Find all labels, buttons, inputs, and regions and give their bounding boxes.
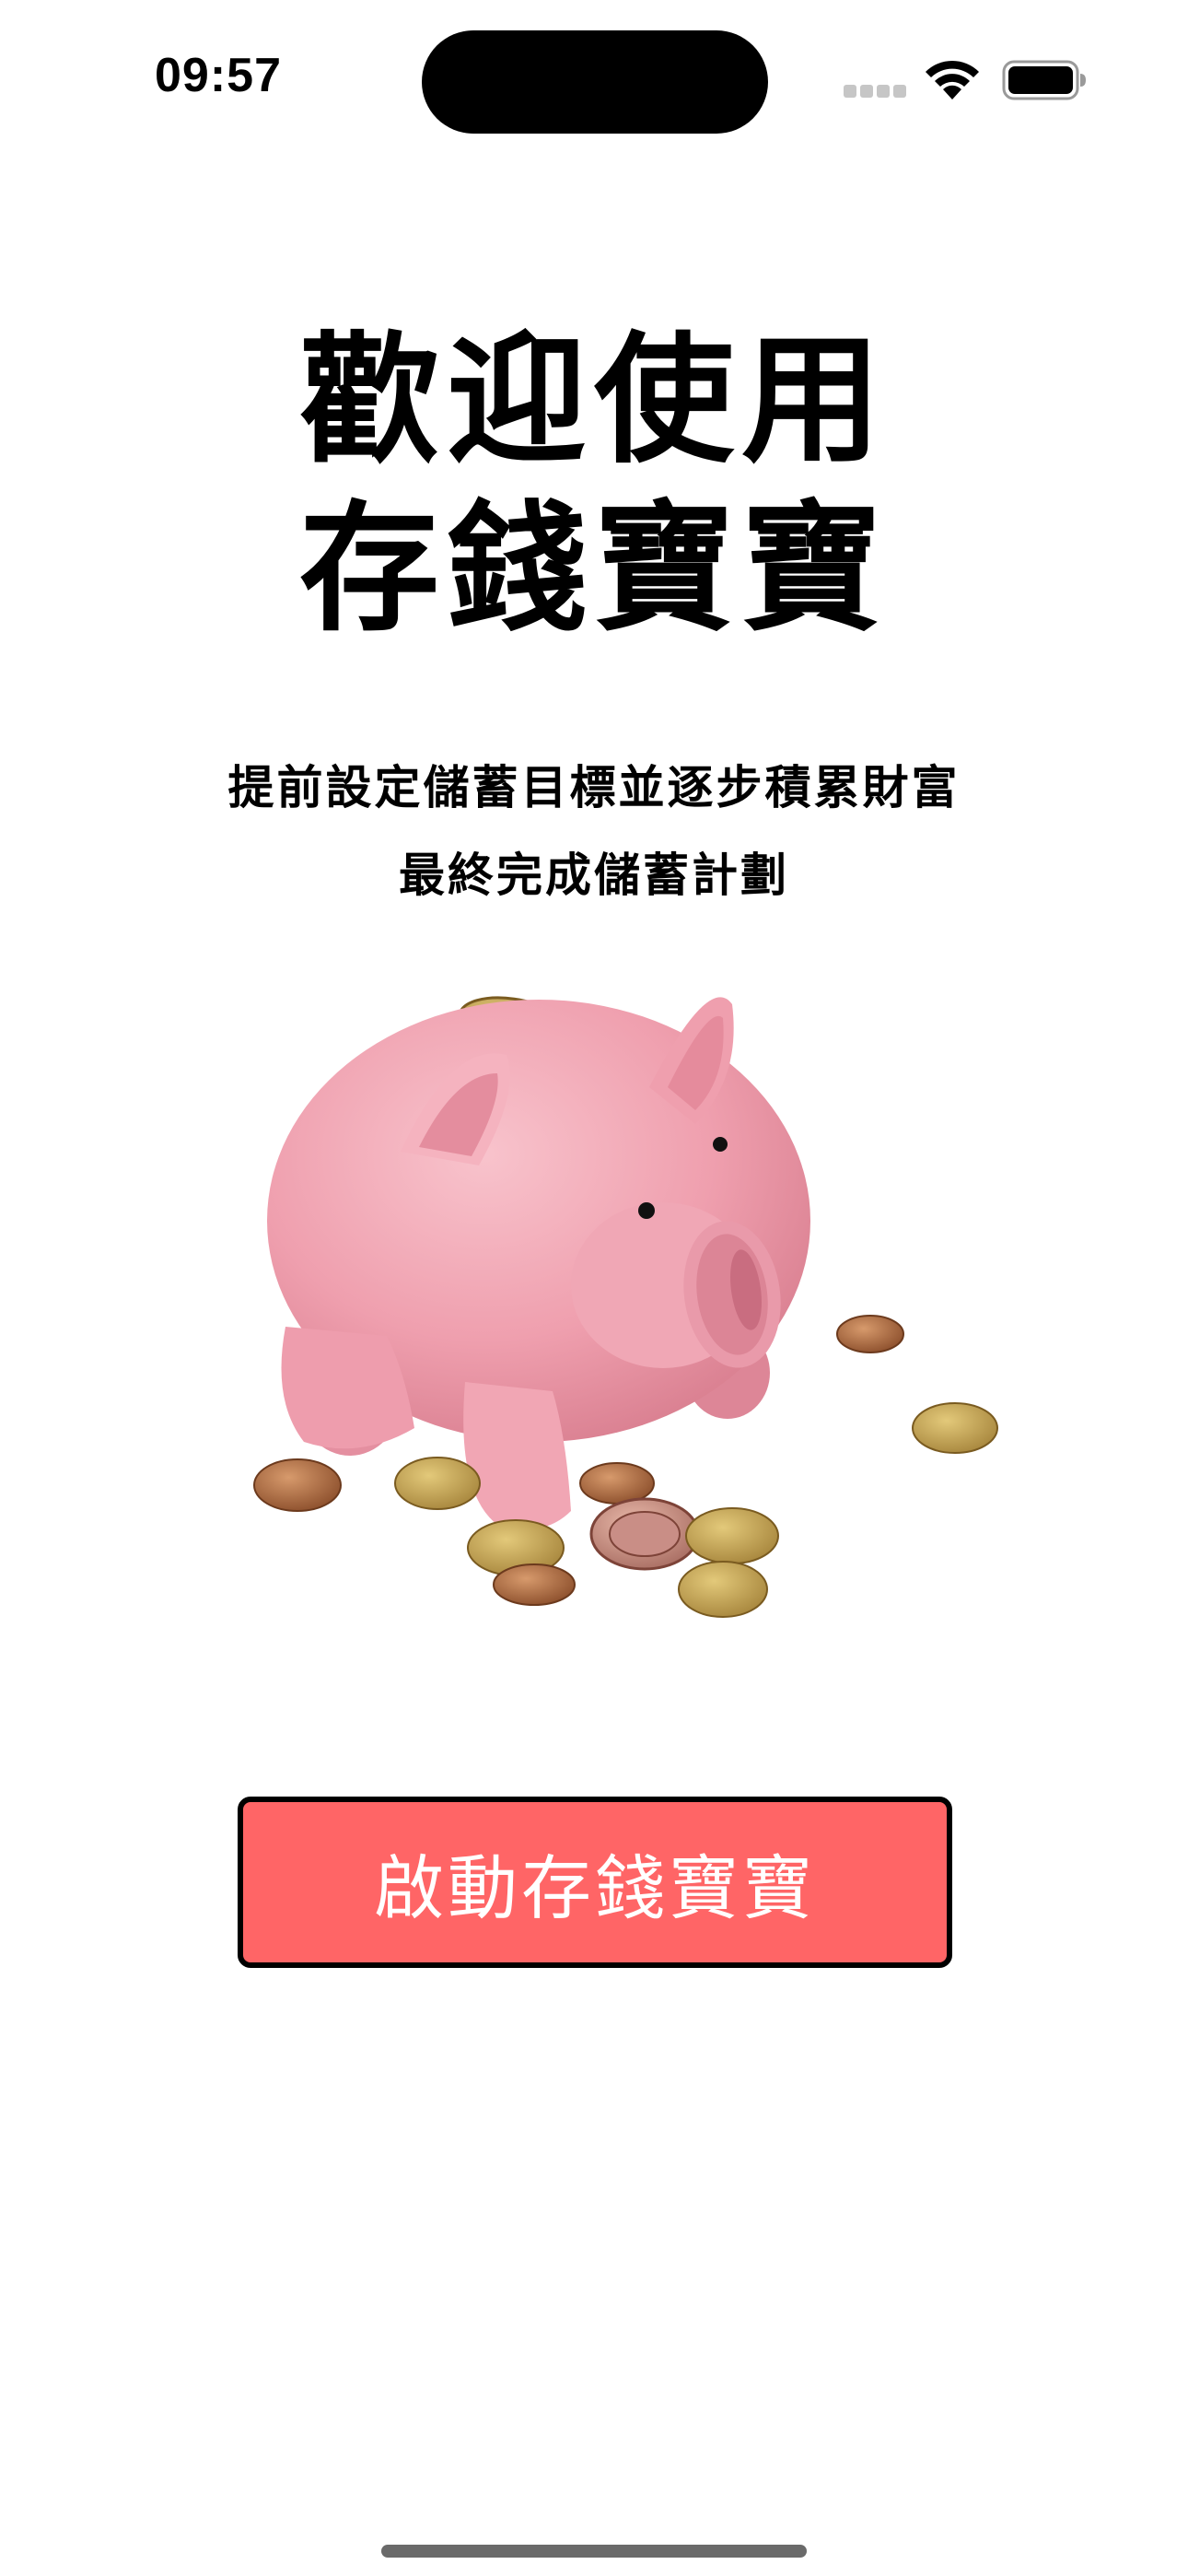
start-app-button[interactable]: 啟動存錢寶寶 <box>238 1797 952 1968</box>
page-title-line-2: 存錢寶寶 <box>299 487 889 650</box>
battery-icon <box>1002 60 1086 100</box>
description-line-1: 提前設定儲蓄目標並逐步積累財富 <box>227 761 961 814</box>
dynamic-island <box>422 30 768 134</box>
home-indicator[interactable] <box>381 2545 807 2558</box>
wifi-icon <box>926 60 979 100</box>
start-app-button-label: 啟動存錢寶寶 <box>374 1847 816 1929</box>
signal-icon <box>844 85 908 98</box>
status-time: 09:57 <box>155 49 282 102</box>
description-line-2: 最終完成儲蓄計劃 <box>399 849 789 902</box>
piggy-bank-illustration <box>253 996 998 1618</box>
page-title-line-1: 歡迎使用 <box>299 319 889 482</box>
